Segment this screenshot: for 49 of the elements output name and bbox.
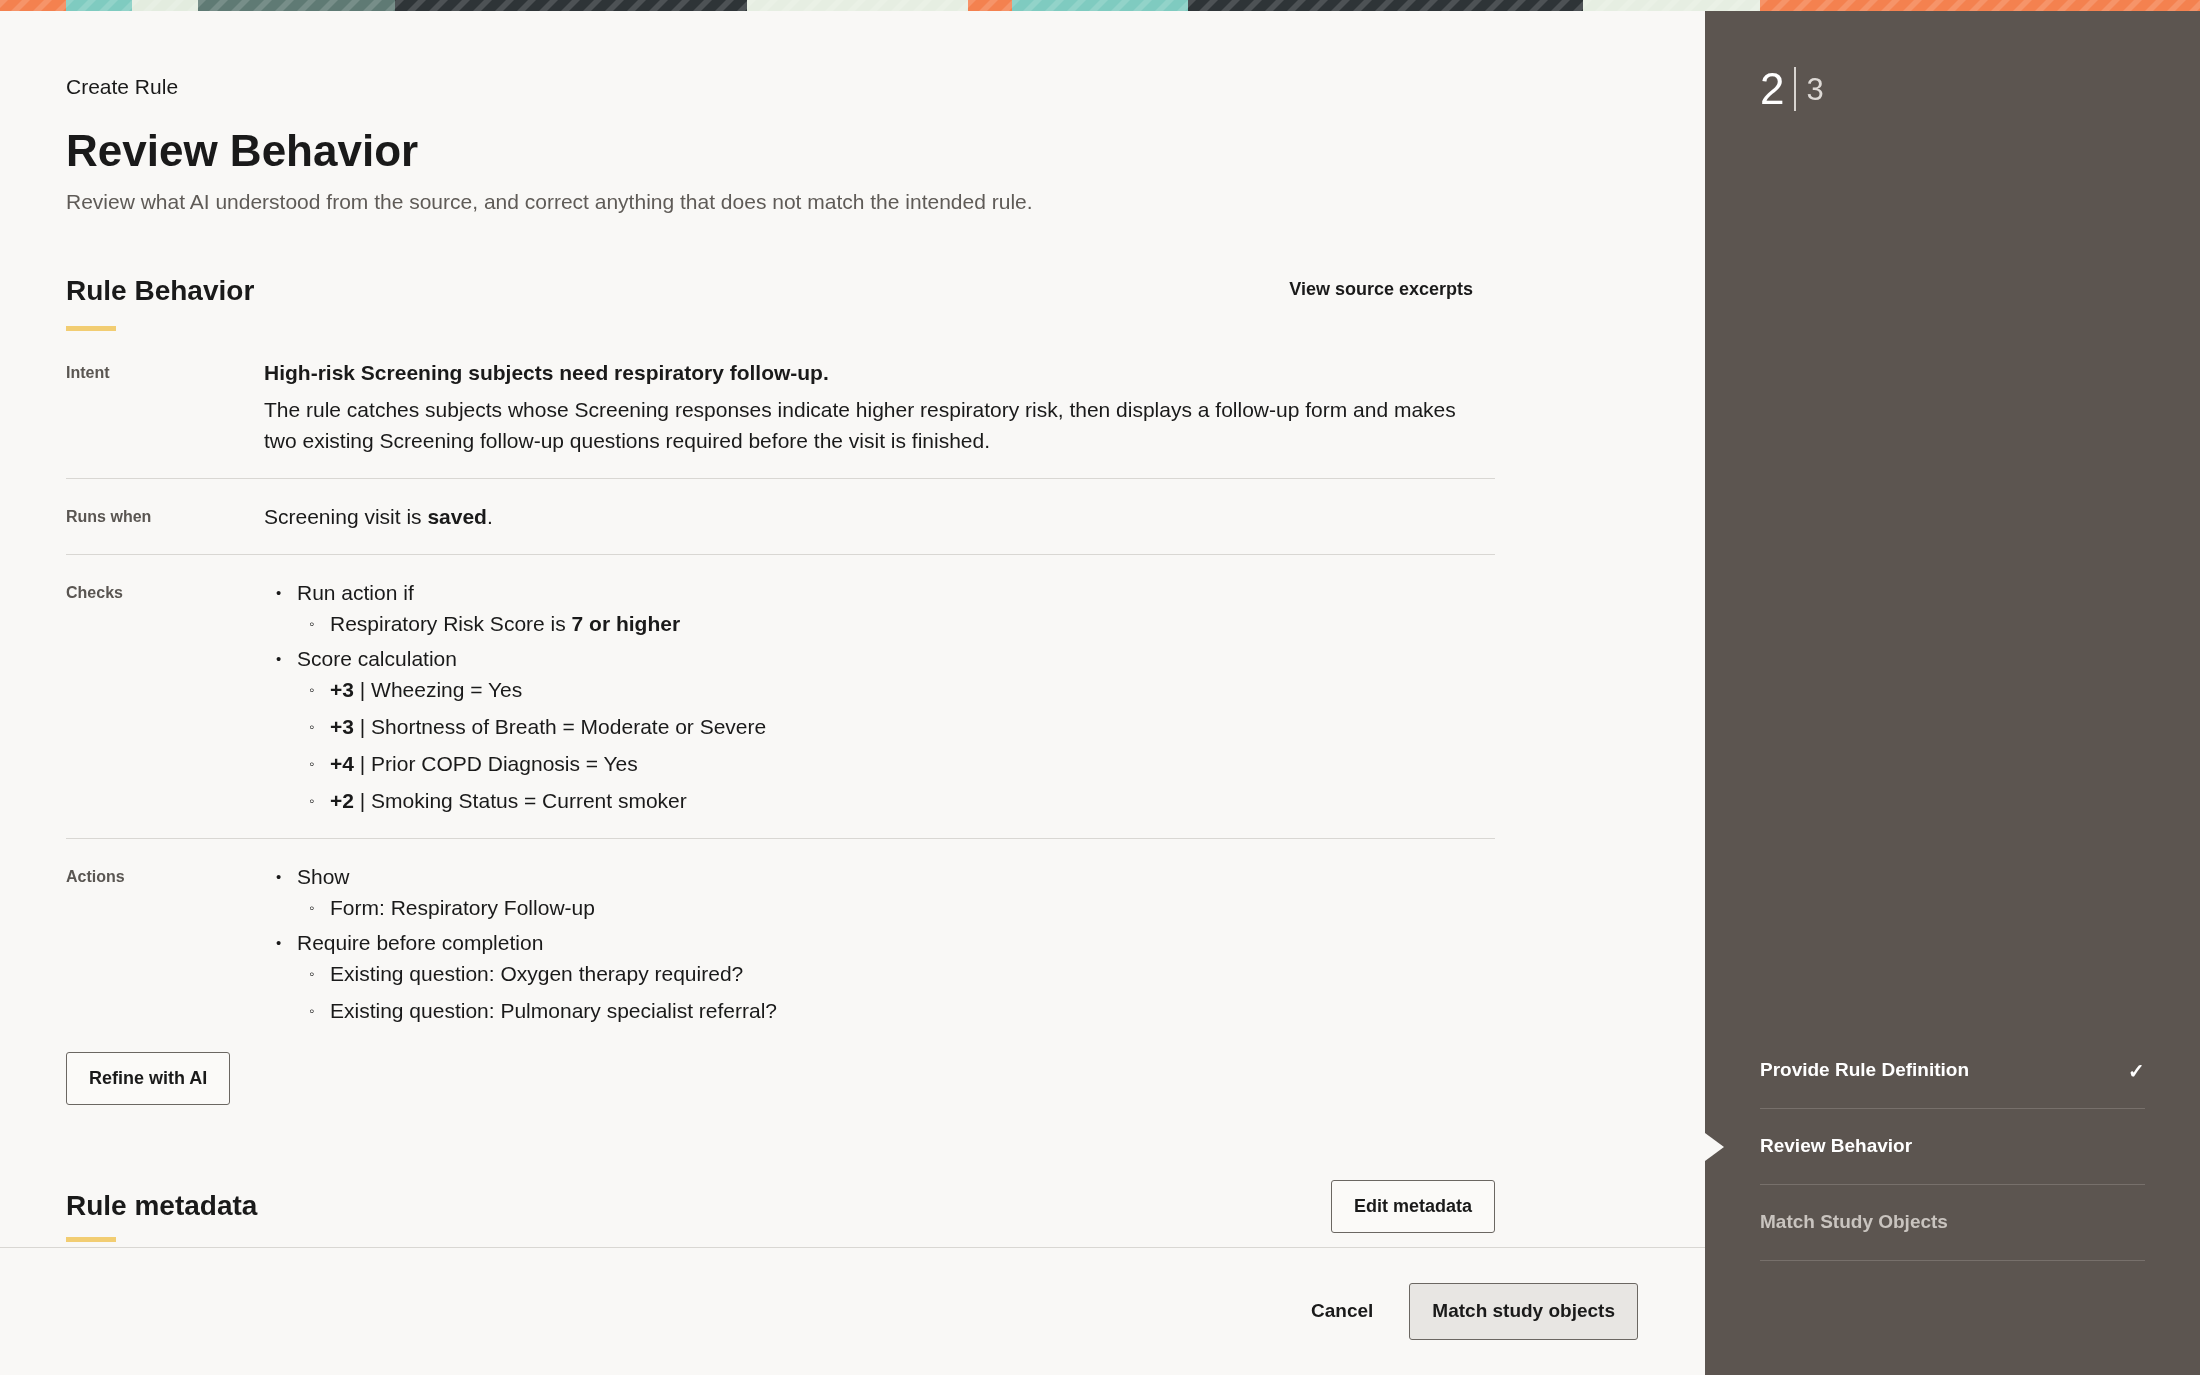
list-bullet: • [276, 933, 283, 953]
section-title: Rule metadata [66, 1189, 258, 1223]
sub-list-item: Existing question: Pulmonary specialist referral? [330, 998, 778, 1024]
section-underline [66, 326, 116, 331]
edit-metadata-button[interactable]: Edit metadata [1330, 1180, 1495, 1233]
intent-description: The rule catches subjects whose Screening responses indicate higher respiratory risk, then displays a follow-up form and makes two existing Screening follow-up questions required before the visit is finished. [264, 397, 1457, 454]
match-study-objects-button[interactable]: Match study objects [1409, 1283, 1638, 1340]
list-item: Score calculation [297, 646, 457, 672]
intent-heading: High-risk Screening subjects need respiratory follow-up. [264, 360, 830, 386]
sub-list-item: +3 | Shortness of Breath = Moderate or Severe [330, 714, 767, 740]
list-bullet: • [276, 867, 283, 887]
trigger-text: Screening visit is saved. [264, 504, 494, 530]
list-bullet: ◦ [309, 1001, 316, 1021]
section-title: Rule Behavior [66, 274, 255, 308]
step-label[interactable]: Provide Rule Definition [1760, 1056, 1970, 1085]
list-bullet: • [276, 649, 283, 669]
page-subtitle: Review what AI understood from the source, and correct anything that does not match the intended rule. [66, 188, 1033, 215]
total-steps-number: 3 [1806, 73, 1824, 105]
list-bullet: ◦ [309, 680, 316, 700]
sub-list-item: +3 | Wheezing = Yes [330, 677, 523, 703]
list-bullet: ◦ [309, 964, 316, 984]
check-icon: ✓ [2128, 1055, 2145, 1086]
list-bullet: ◦ [309, 717, 316, 737]
refine-button[interactable]: Refine with AI [66, 1052, 231, 1105]
sub-list-item: +2 | Smoking Status = Current smoker [330, 788, 687, 814]
current-step-number: 2 [1760, 67, 1785, 111]
page-title: Review Behavior [66, 124, 419, 177]
view-source-link[interactable]: View source excerpts [1289, 276, 1473, 303]
cancel-button[interactable]: Cancel [1309, 1297, 1376, 1326]
breadcrumb: Create Rule [66, 74, 179, 100]
step-label[interactable]: Review Behavior [1760, 1132, 1913, 1161]
row-label: Intent [66, 364, 110, 381]
sub-list-item: Form: Respiratory Follow-up [330, 895, 595, 921]
row-label: Checks [66, 584, 123, 601]
list-item: Show [297, 864, 350, 890]
row-label: Runs when [66, 508, 152, 525]
section-underline [66, 1237, 116, 1242]
step-label[interactable]: Match Study Objects [1760, 1208, 1948, 1237]
list-bullet: ◦ [309, 754, 316, 774]
sub-list-item: Existing question: Oxygen therapy required? [330, 961, 744, 987]
list-bullet: ◦ [309, 898, 316, 918]
list-bullet: ◦ [309, 791, 316, 811]
row-label: Actions [66, 868, 125, 885]
list-item: Require before completion [297, 930, 544, 956]
sub-list-item: +4 | Prior COPD Diagnosis = Yes [330, 751, 638, 777]
list-bullet: ◦ [309, 614, 316, 634]
sub-list-item: Respiratory Risk Score is 7 or higher [330, 611, 681, 637]
list-bullet: • [276, 583, 283, 603]
list-item: Run action if [297, 580, 414, 606]
